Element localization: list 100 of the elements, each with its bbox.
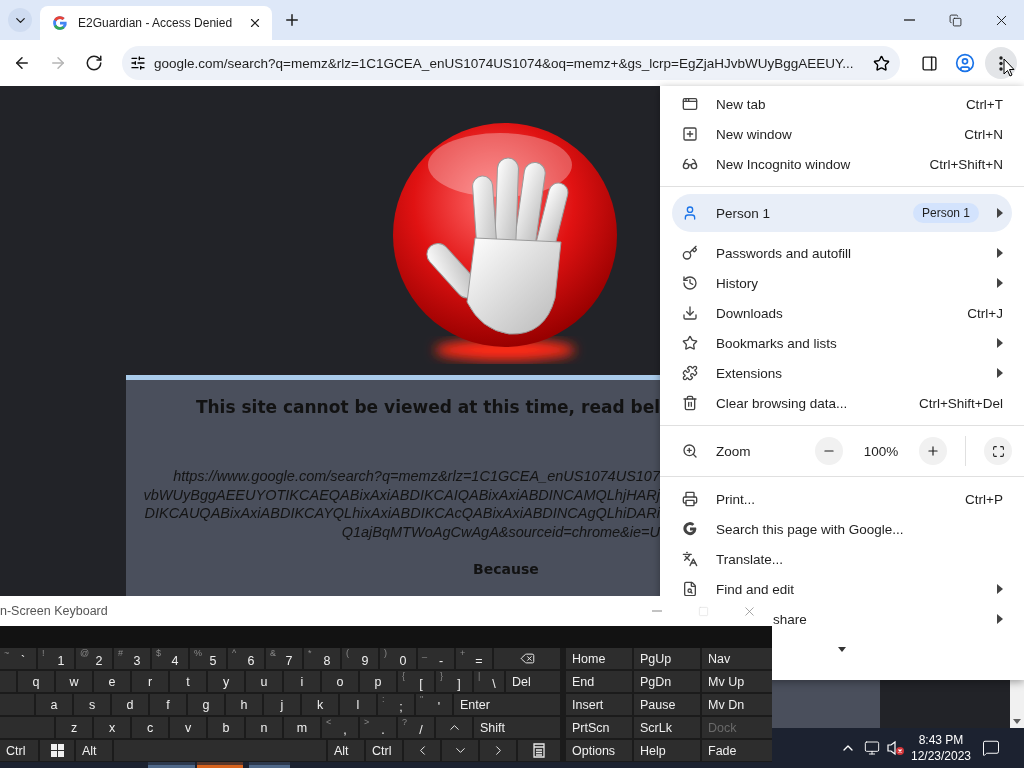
keyboard-key[interactable]: v	[170, 717, 206, 738]
browser-tab[interactable]: E2Guardian - Access Denied	[40, 6, 272, 40]
site-settings-icon[interactable]	[130, 55, 146, 71]
keyboard-key[interactable]: Options	[566, 740, 632, 761]
keyboard-key[interactable]: : ;	[378, 694, 414, 715]
keyboard-key[interactable]: c	[132, 717, 168, 738]
submenu-arrow-icon	[997, 614, 1003, 624]
keyboard-key[interactable]: Alt	[328, 740, 364, 761]
keyboard-key[interactable]: s	[74, 694, 110, 715]
keyboard-key[interactable]: i	[284, 671, 320, 692]
menu-item[interactable]: Translate...	[660, 544, 1024, 574]
keyboard-key[interactable]: Shift	[474, 717, 560, 738]
menu-item[interactable]: Find and edit	[660, 574, 1024, 604]
keyboard-key[interactable]: @ 2	[76, 648, 112, 669]
menu-item[interactable]: Clear browsing data... Ctrl+Shift+Del	[660, 388, 1024, 418]
keyboard-key[interactable]: a	[36, 694, 72, 715]
keyboard-key[interactable]: Help	[634, 740, 700, 761]
clock[interactable]: 8:43 PM 12/23/2023	[910, 732, 972, 764]
menu-item[interactable]: Search this page with Google...	[660, 514, 1024, 544]
keyboard-key[interactable]: w	[56, 671, 92, 692]
reason-label: Because	[473, 561, 540, 577]
keyboard-key[interactable]: _ -	[418, 648, 454, 669]
keyboard-key[interactable]: q	[18, 671, 54, 692]
menu-item[interactable]: New tab Ctrl+T	[660, 89, 1024, 119]
keyboard-key[interactable]: f	[150, 694, 186, 715]
blocked-url-text: https://www.google.com/search?q=memz&rlz=1C1GCEA_enUS1074US107	[173, 467, 660, 486]
keyboard-key[interactable]: { [	[398, 671, 434, 692]
menu-item[interactable]: Extensions	[660, 358, 1024, 388]
keyboard-key[interactable]: d	[112, 694, 148, 715]
zoom-in-button[interactable]	[919, 437, 947, 465]
keyboard-key[interactable]: z	[56, 717, 92, 738]
keyboard-key[interactable]: $ 4	[152, 648, 188, 669]
fullscreen-button[interactable]	[984, 437, 1012, 465]
keyboard-key[interactable]: ScrLk	[634, 717, 700, 738]
zoom-out-button[interactable]	[815, 437, 843, 465]
menu-item[interactable]: Passwords and autofill	[660, 238, 1024, 268]
keyboard-key[interactable]: Del	[506, 671, 560, 692]
keyboard-key[interactable]: x	[94, 717, 130, 738]
keyboard-key[interactable]: < ,	[322, 717, 358, 738]
keyboard-key[interactable]: Ctrl	[0, 740, 38, 761]
keyboard-key[interactable]: Ctrl	[366, 740, 402, 761]
keyboard-key[interactable]: p	[360, 671, 396, 692]
keyboard-key[interactable]: u	[246, 671, 282, 692]
keyboard-key[interactable]: g	[188, 694, 224, 715]
keyboard-key[interactable]: > .	[360, 717, 396, 738]
keyboard-key[interactable]	[40, 740, 74, 761]
keyboard-key[interactable]: m	[284, 717, 320, 738]
address-bar[interactable]: google.com/search?q=memz&rlz=1C1GCEA_enUS1074US1074&oq=memz+&gs_lcrp=EgZjaHJvbWUyBggAEEUY...	[122, 46, 900, 80]
keyboard-key[interactable]: + =	[456, 648, 492, 669]
keyboard-key[interactable]	[494, 648, 560, 669]
keyboard-key[interactable]: e	[94, 671, 130, 692]
menu-item[interactable]: History	[660, 268, 1024, 298]
keyboard-key[interactable]: PgDn	[634, 671, 700, 692]
keyboard-key[interactable]: } ]	[436, 671, 472, 692]
keyboard-key[interactable]	[518, 740, 560, 761]
keyboard-key[interactable]: y	[208, 671, 244, 692]
keyboard-key[interactable]: PrtScn	[566, 717, 632, 738]
keyboard-key[interactable]: " '	[416, 694, 452, 715]
keyboard-key[interactable]: Insert	[566, 694, 632, 715]
keyboard-key[interactable]: Home	[566, 648, 632, 669]
keyboard-key[interactable]: o	[322, 671, 358, 692]
keyboard-key[interactable]: Nav	[702, 648, 772, 669]
keyboard-key[interactable]: j	[264, 694, 300, 715]
menu-item[interactable]: Bookmarks and lists	[660, 328, 1024, 358]
keyboard-key[interactable]: Mv Up	[702, 671, 772, 692]
keyboard-key[interactable]: ! 1	[38, 648, 74, 669]
find-icon	[682, 581, 698, 597]
menu-item[interactable]: Print... Ctrl+P	[660, 484, 1024, 514]
keyboard-key[interactable]: End	[566, 671, 632, 692]
keyboard-key[interactable]: ? /	[398, 717, 434, 738]
keyboard-key[interactable]: h	[226, 694, 262, 715]
keyboard-key[interactable]: k	[302, 694, 338, 715]
keyboard-key[interactable]: t	[170, 671, 206, 692]
profile-menu-item[interactable]: Person 1 Person 1	[672, 194, 1012, 232]
keyboard-key[interactable]: & 7	[266, 648, 302, 669]
menu-item[interactable]: New window Ctrl+N	[660, 119, 1024, 149]
keyboard-key[interactable]: l	[340, 694, 376, 715]
keyboard-key[interactable]: ) 0	[380, 648, 416, 669]
google-logo-icon	[682, 521, 698, 537]
keyboard-key[interactable]: % 5	[190, 648, 226, 669]
keyboard-key[interactable]: * 8	[304, 648, 340, 669]
scroll-down-icon[interactable]	[1013, 719, 1021, 724]
menu-item[interactable]: Downloads Ctrl+J	[660, 298, 1024, 328]
keyboard-key[interactable]: ( 9	[342, 648, 378, 669]
bookmark-star-icon[interactable]	[873, 54, 890, 72]
keyboard-key[interactable]: ~ `	[0, 648, 36, 669]
tab-search-button[interactable]	[8, 8, 32, 32]
keyboard-key[interactable]: Enter	[454, 694, 560, 715]
keyboard-key[interactable]: | \	[474, 671, 504, 692]
keyboard-key[interactable]: n	[246, 717, 282, 738]
keyboard-key[interactable]: PgUp	[634, 648, 700, 669]
keyboard-key[interactable]: Pause	[634, 694, 700, 715]
menu-item[interactable]: New Incognito window Ctrl+Shift+N	[660, 149, 1024, 179]
keyboard-key[interactable]: Fade	[702, 740, 772, 761]
keyboard-key[interactable]: r	[132, 671, 168, 692]
keyboard-key[interactable]: Alt	[76, 740, 112, 761]
keyboard-key[interactable]: ^ 6	[228, 648, 264, 669]
keyboard-key[interactable]: Mv Dn	[702, 694, 772, 715]
keyboard-key[interactable]: b	[208, 717, 244, 738]
keyboard-key[interactable]: # 3	[114, 648, 150, 669]
